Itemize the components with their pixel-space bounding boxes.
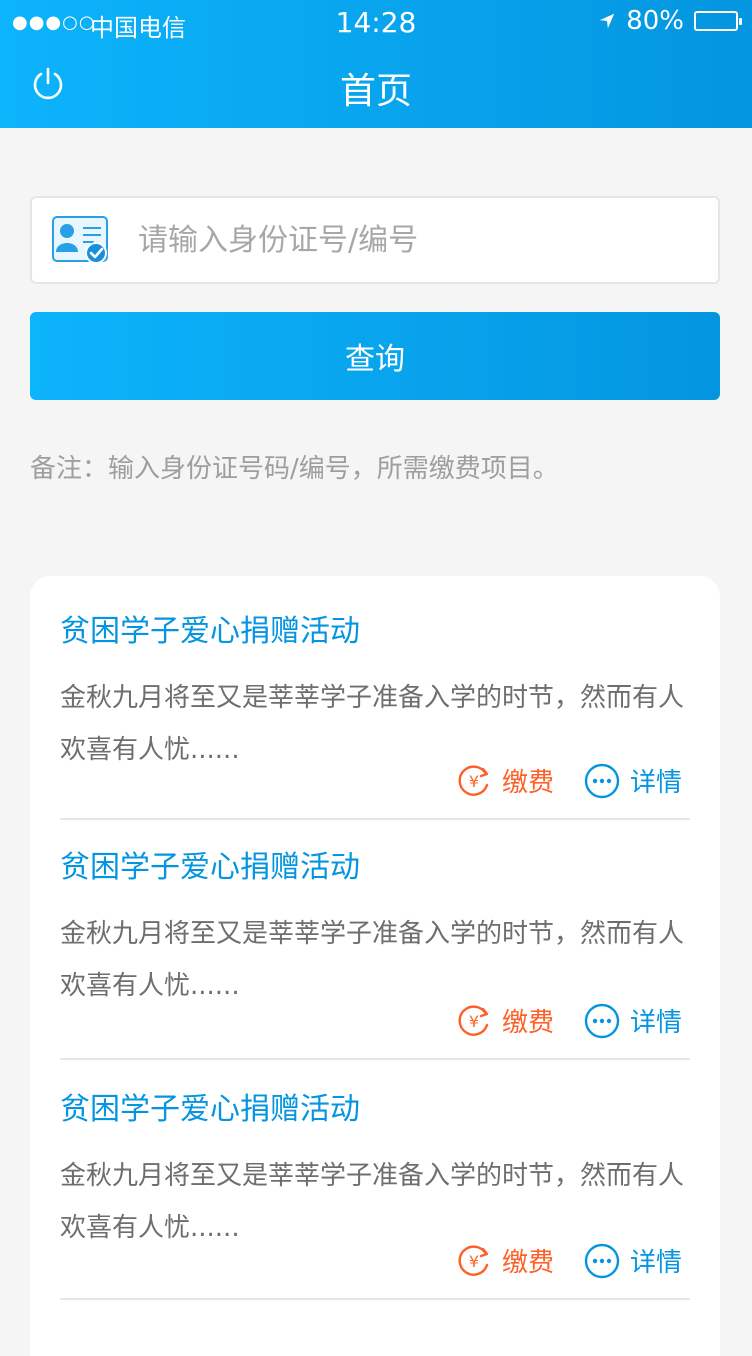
more-dots-icon <box>584 1003 620 1038</box>
detail-button[interactable]: 详情 <box>584 1242 682 1279</box>
detail-button[interactable]: 详情 <box>584 762 682 799</box>
list-item[interactable]: 贫困学子爱心捐赠活动 金秋九月将至又是莘莘学子准备入学的时节，然而有人欢喜有人忧… <box>60 612 690 776</box>
search-input[interactable] <box>136 212 696 268</box>
header: ●●●○○ 中国电信 14:28 80% 首页 <box>0 0 752 128</box>
pay-label: 缴费 <box>501 1248 554 1278</box>
svg-text:¥: ¥ <box>469 1012 479 1031</box>
card-description: 金秋九月将至又是莘莘学子准备入学的时节，然而有人欢喜有人忧...... <box>60 1161 685 1243</box>
card-actions: ¥ 缴费 详情 <box>456 1002 682 1039</box>
search-box <box>30 196 720 284</box>
svg-text:¥: ¥ <box>469 772 479 791</box>
pay-label: 缴费 <box>501 1008 554 1038</box>
id-card-icon <box>52 216 108 264</box>
battery-icon <box>694 11 742 31</box>
detail-label: 详情 <box>629 768 682 798</box>
svg-text:¥: ¥ <box>469 1252 479 1271</box>
status-right: 80% <box>598 6 742 36</box>
yuan-icon: ¥ <box>458 1244 489 1276</box>
card-title[interactable]: 贫困学子爱心捐赠活动 <box>60 612 690 652</box>
card-description: 金秋九月将至又是莘莘学子准备入学的时节，然而有人欢喜有人忧...... <box>60 919 685 1001</box>
detail-label: 详情 <box>629 1008 682 1038</box>
detail-button[interactable]: 详情 <box>584 1002 682 1039</box>
yuan-icon: ¥ <box>458 1004 489 1036</box>
pay-button[interactable]: ¥ 缴费 <box>456 762 554 799</box>
pay-label: 缴费 <box>501 768 554 798</box>
activity-list: 贫困学子爱心捐赠活动 金秋九月将至又是莘莘学子准备入学的时节，然而有人欢喜有人忧… <box>30 576 720 1356</box>
query-button[interactable]: 查询 <box>30 312 720 400</box>
pay-button[interactable]: ¥ 缴费 <box>456 1002 554 1039</box>
location-arrow-icon <box>600 13 615 29</box>
list-item[interactable]: 贫困学子爱心捐赠活动 金秋九月将至又是莘莘学子准备入学的时节，然而有人欢喜有人忧… <box>60 1090 690 1254</box>
list-item[interactable]: 贫困学子爱心捐赠活动 金秋九月将至又是莘莘学子准备入学的时节，然而有人欢喜有人忧… <box>60 848 690 1012</box>
divider <box>60 1058 690 1060</box>
divider <box>60 818 690 820</box>
page-title: 首页 <box>339 71 412 112</box>
card-title[interactable]: 贫困学子爱心捐赠活动 <box>60 1090 690 1130</box>
note-text: 备注：输入身份证号码/编号，所需缴费项目。 <box>30 454 559 484</box>
battery-percent: 80% <box>626 6 684 36</box>
yuan-icon: ¥ <box>458 764 489 796</box>
card-actions: ¥ 缴费 详情 <box>456 762 682 799</box>
pay-button[interactable]: ¥ 缴费 <box>456 1242 554 1279</box>
detail-label: 详情 <box>629 1248 682 1278</box>
divider <box>60 1298 690 1300</box>
more-dots-icon <box>584 1243 620 1278</box>
card-description: 金秋九月将至又是莘莘学子准备入学的时节，然而有人欢喜有人忧...... <box>60 683 685 765</box>
card-title[interactable]: 贫困学子爱心捐赠活动 <box>60 848 690 888</box>
status-bar: ●●●○○ 中国电信 14:28 80% <box>0 0 752 44</box>
card-actions: ¥ 缴费 详情 <box>456 1242 682 1279</box>
more-dots-icon <box>584 763 620 798</box>
